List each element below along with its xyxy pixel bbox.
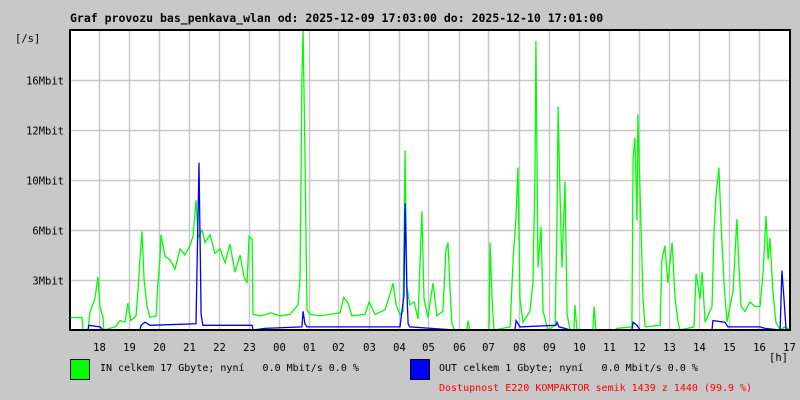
chart-svg: Graf provozu bas_penkava_wlan od: 2025-1…: [15, 11, 796, 394]
y-tick-label: 10Mbit: [26, 176, 64, 188]
x-tick-label: 02: [332, 342, 345, 354]
x-tick-label: 05: [422, 342, 435, 354]
x-tick-label: 16: [753, 342, 766, 354]
x-tick-label: 11: [603, 342, 616, 354]
x-tick-label: 01: [303, 342, 316, 354]
x-tick-label: 07: [482, 342, 495, 354]
y-tick-label: 16Mbit: [26, 76, 64, 88]
x-tick-label: 08: [513, 342, 526, 354]
y-axis-unit: [/s]: [15, 33, 40, 45]
x-tick-label: 10: [573, 342, 586, 354]
x-tick-label: 13: [663, 342, 676, 354]
x-tick-label: 00: [273, 342, 286, 354]
x-tick-label: 23: [243, 342, 256, 354]
x-tick-label: 21: [183, 342, 196, 354]
y-tick-label: 3Mbit: [32, 276, 64, 288]
x-tick-labels: 18 19 20 21 22 23 00 01 02 03 04 05 06 07 08 09 10 11 12 13…: [93, 342, 796, 354]
y-tick-label: 6Mbit: [32, 226, 64, 238]
x-tick-label: 22: [213, 342, 226, 354]
y-tick-label: 12Mbit: [26, 126, 64, 138]
x-tick-label: 14: [693, 342, 706, 354]
chart-title: Graf provozu bas_penkava_wlan od: 2025-1…: [70, 11, 603, 26]
x-tick-label: 20: [153, 342, 166, 354]
legend-out-text: OUT celkem 1 Gbyte; nyní 0.0 Mbit/s 0.0 …: [439, 362, 698, 374]
traffic-graph: Graf provozu bas_penkava_wlan od: 2025-1…: [0, 0, 800, 400]
x-tick-label: 09: [543, 342, 556, 354]
x-tick-label: 19: [123, 342, 136, 354]
x-tick-label: 06: [453, 342, 466, 354]
x-tick-label: 12: [633, 342, 646, 354]
legend-in-swatch: [70, 359, 90, 380]
availability-text: Dostupnost E220 KOMPAKTOR semik 1439 z 1…: [439, 383, 752, 394]
legend-out-swatch: [410, 359, 430, 380]
x-tick-label: 04: [393, 342, 406, 354]
x-tick-label: 18: [93, 342, 106, 354]
x-tick-label: 17: [783, 342, 796, 354]
y-tick-labels: 3Mbit 6Mbit 10Mbit 12Mbit 16Mbit: [26, 76, 64, 288]
x-tick-label: 15: [723, 342, 736, 354]
x-tick-label: 03: [363, 342, 376, 354]
legend-in-text: IN celkem 17 Gbyte; nyní 0.0 Mbit/s 0.0 …: [100, 362, 359, 374]
